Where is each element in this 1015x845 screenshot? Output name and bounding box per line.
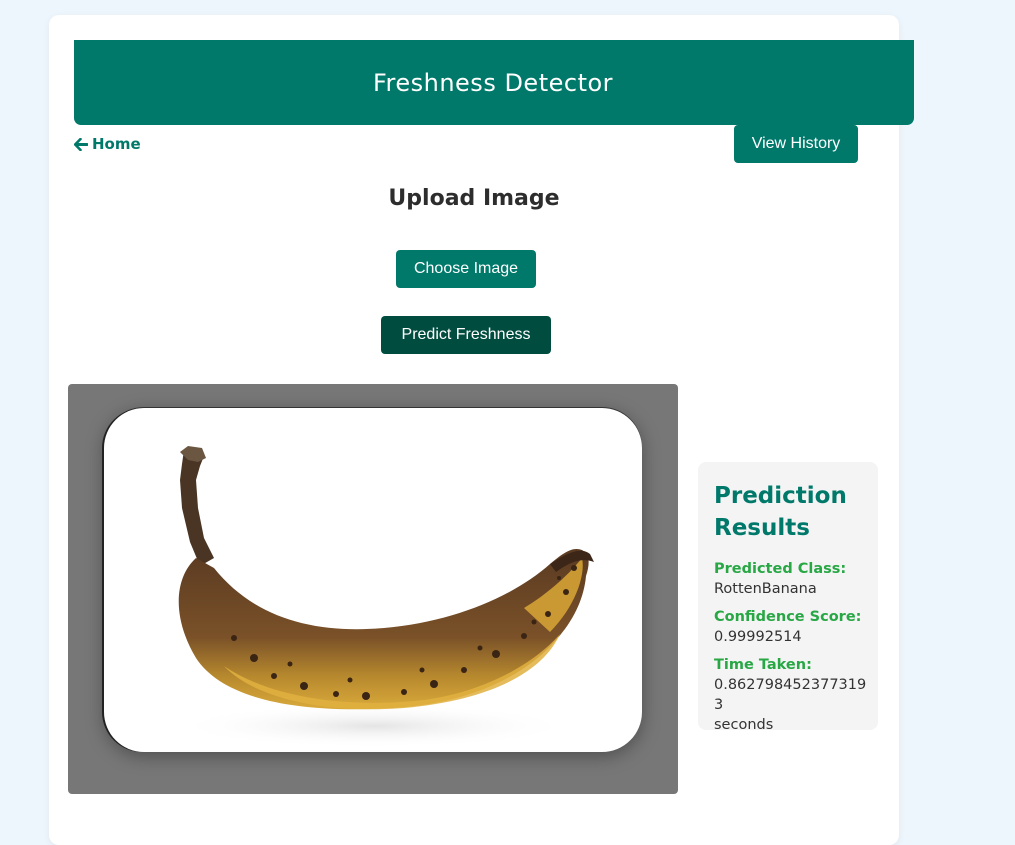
choose-image-button[interactable]: Choose Image: [396, 250, 536, 288]
image-preview-panel: [68, 384, 678, 794]
predicted-class-value: RottenBanana: [714, 581, 817, 597]
app-title: Freshness Detector: [372, 68, 614, 97]
predict-freshness-button[interactable]: Predict Freshness: [381, 316, 551, 354]
confidence-score-label: Confidence Score:: [714, 609, 862, 625]
banana-image: [174, 446, 594, 748]
prediction-results-panel: Prediction Results Predicted Class: Rott…: [698, 462, 878, 733]
time-taken-value: 0.8627984523773193: [714, 677, 867, 713]
time-taken-unit: seconds: [714, 717, 774, 733]
predicted-class-label: Predicted Class:: [714, 561, 847, 577]
arrow-left-icon: [74, 137, 88, 151]
view-history-button[interactable]: View History: [734, 125, 858, 163]
home-link[interactable]: Home: [74, 135, 141, 153]
home-link-label: Home: [92, 135, 141, 153]
app-header: Freshness Detector: [74, 40, 914, 125]
uploaded-image: [104, 408, 642, 752]
confidence-score-value: 0.99992514: [714, 629, 802, 645]
time-taken-label: Time Taken:: [714, 657, 812, 673]
results-title: Prediction Results: [714, 483, 847, 541]
upload-title: Upload Image: [388, 186, 560, 211]
